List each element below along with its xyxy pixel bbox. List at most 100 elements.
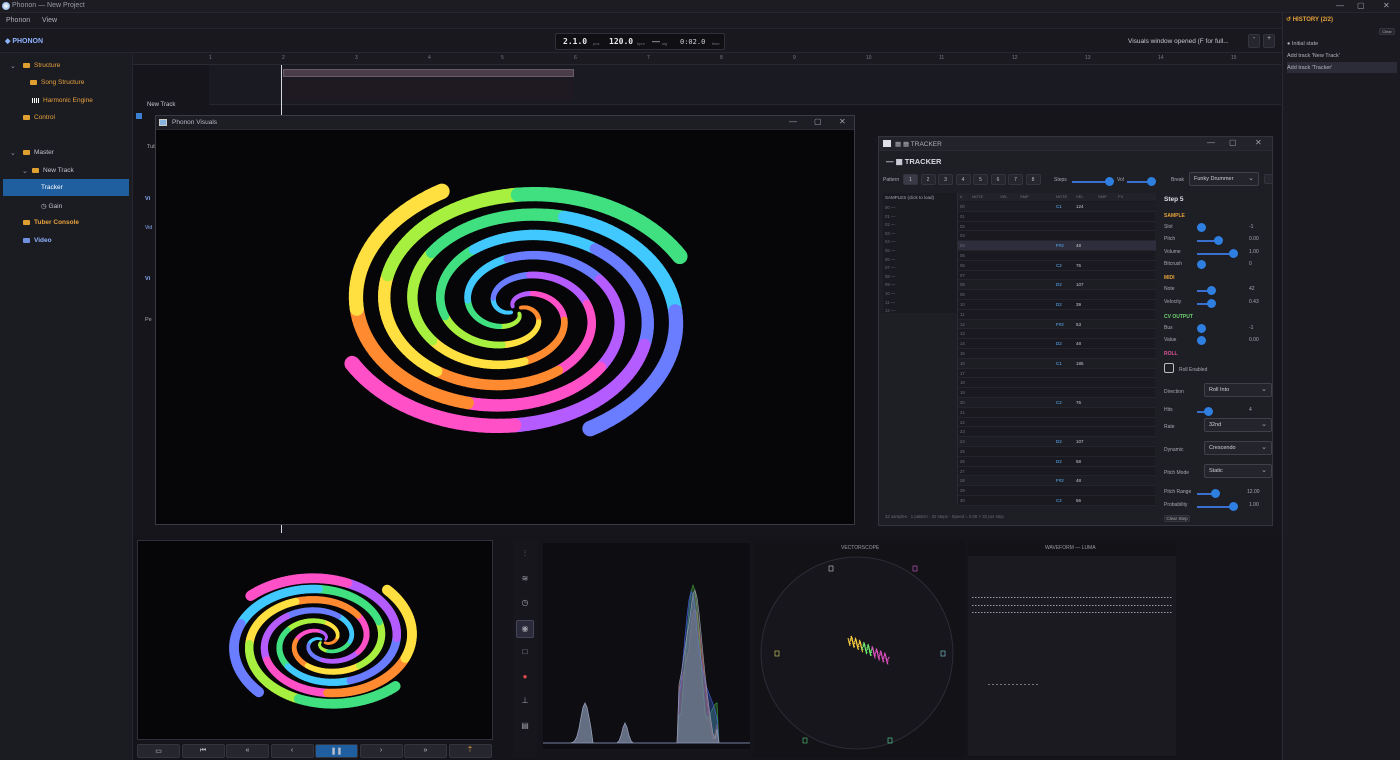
table-row[interactable]: 16 C1 185: [958, 358, 1156, 369]
pattern-button[interactable]: 6: [990, 174, 1006, 185]
sample-slot[interactable]: 06 —: [885, 257, 895, 262]
maximize-icon[interactable]: ▢: [1357, 1, 1365, 10]
table-row[interactable]: 01: [958, 212, 1156, 222]
tree-item-new-track[interactable]: New Track: [32, 167, 74, 174]
gauge-icon[interactable]: ◷: [516, 595, 534, 613]
velocity-knob[interactable]: [1207, 299, 1216, 308]
history-item[interactable]: Add track 'New Track': [1287, 50, 1397, 61]
table-row[interactable]: 09: [958, 290, 1156, 300]
chevron-down-icon[interactable]: ⌄: [10, 149, 16, 157]
history-item[interactable]: Add track 'Tracker': [1287, 62, 1397, 73]
frame-icon[interactable]: □: [516, 644, 534, 662]
bitcrush-knob[interactable]: [1197, 260, 1206, 269]
pattern-button[interactable]: 5: [973, 174, 988, 185]
table-row[interactable]: 08 D2 107: [958, 280, 1156, 291]
sample-slot[interactable]: 00 —: [885, 205, 895, 210]
rewind-icon[interactable]: «: [226, 744, 269, 758]
pattern-grid[interactable]: # NOTE VEL SMP NOTE VEL SMP FX 00 C1 124 01 02 03 04 F…: [957, 193, 1156, 506]
dynamic-select[interactable]: Crescendo ⌄: [1204, 441, 1272, 455]
value-knob[interactable]: [1197, 336, 1206, 345]
table-row[interactable]: 18: [958, 378, 1156, 389]
clear-step-button[interactable]: Clear Step: [1164, 515, 1190, 522]
timeline-ruler[interactable]: 1 2 3 4 5 6 7 8 9 10 11 12 13 14 15: [133, 53, 1281, 65]
pitchmode-select[interactable]: Static ⌄: [1204, 464, 1272, 478]
pattern-button[interactable]: 7: [1008, 174, 1023, 185]
steps-knob[interactable]: [1105, 177, 1114, 186]
close-icon[interactable]: ✕: [1383, 1, 1390, 10]
zoom-out-button[interactable]: -: [1248, 34, 1260, 48]
tree-item-video[interactable]: Video: [23, 237, 52, 244]
table-row[interactable]: 05: [958, 251, 1156, 261]
visuals-titlebar[interactable]: Phonon Visuals — ▢ ✕: [156, 116, 854, 130]
table-row[interactable]: 13: [958, 329, 1156, 340]
table-row[interactable]: 02: [958, 222, 1156, 232]
table-row[interactable]: 00 C1 124: [958, 202, 1156, 212]
menu-phonon[interactable]: Phonon: [6, 17, 30, 24]
steps-slider[interactable]: [1072, 181, 1108, 183]
menu-view[interactable]: View: [42, 17, 57, 24]
break-select[interactable]: Funky Drummer ⌄: [1189, 172, 1259, 186]
tree-item-control[interactable]: Control: [23, 114, 55, 121]
prev-frame-icon[interactable]: ‹: [270, 744, 314, 758]
table-row[interactable]: 29: [958, 486, 1156, 496]
bus-knob[interactable]: [1197, 324, 1206, 333]
sample-slot[interactable]: 09 —: [885, 282, 895, 287]
vectorscope-icon[interactable]: ◉: [516, 619, 534, 638]
sample-slot[interactable]: 01 —: [885, 214, 895, 219]
table-row[interactable]: 17: [958, 369, 1156, 379]
sample-slot[interactable]: 12 —: [885, 308, 895, 313]
pattern-button[interactable]: 2: [920, 174, 936, 185]
roll-checkbox[interactable]: [1164, 363, 1174, 373]
table-row[interactable]: 24 D2 107: [958, 437, 1156, 447]
table-row[interactable]: 26 D2 58: [958, 457, 1156, 467]
waveform-icon[interactable]: ⫶: [516, 546, 534, 564]
tempo-readout[interactable]: 120.0: [609, 37, 633, 46]
rate-select[interactable]: 32nd ⌄: [1204, 418, 1272, 432]
volume-knob[interactable]: [1229, 249, 1238, 258]
table-row[interactable]: 04 F#2 48: [958, 241, 1156, 251]
tree-item-tracker[interactable]: Tracker: [3, 179, 129, 196]
sample-slot[interactable]: 10 —: [885, 291, 895, 296]
sample-slot[interactable]: 03 —: [885, 231, 895, 236]
chevron-down-icon[interactable]: ⌄: [22, 167, 28, 175]
direction-select[interactable]: Roll Into ⌄: [1204, 383, 1272, 397]
pattern-button[interactable]: 8: [1025, 174, 1041, 185]
table-row[interactable]: 03: [958, 231, 1156, 242]
vol-knob[interactable]: [1147, 177, 1156, 186]
tree-item-structure[interactable]: Structure: [23, 62, 60, 69]
chevron-down-icon[interactable]: ⌄: [10, 62, 16, 70]
table-row[interactable]: 30 C2 56: [958, 496, 1156, 506]
level-icon[interactable]: ⊥: [516, 693, 534, 711]
close-icon[interactable]: ✕: [1255, 138, 1262, 147]
note-knob[interactable]: [1207, 286, 1216, 295]
sample-slot[interactable]: 08 —: [885, 274, 895, 279]
table-row[interactable]: 27: [958, 467, 1156, 477]
sample-slot[interactable]: 04 —: [885, 239, 895, 244]
next-frame-icon[interactable]: ›: [359, 744, 403, 758]
table-row[interactable]: 06 C2 76: [958, 261, 1156, 271]
sample-slot[interactable]: 02 —: [885, 222, 895, 227]
load-break-button[interactable]: [1264, 174, 1273, 184]
slot-knob[interactable]: [1197, 223, 1206, 232]
close-icon[interactable]: ✕: [839, 117, 846, 126]
pattern-button[interactable]: 1: [903, 174, 918, 185]
signal-icon[interactable]: ≋: [516, 571, 534, 589]
table-row[interactable]: 20 C2 76: [958, 398, 1156, 408]
table-row[interactable]: 19: [958, 388, 1156, 398]
tree-item-harmonic-engine[interactable]: Harmonic Engine: [32, 97, 93, 104]
pitch-knob[interactable]: [1214, 236, 1223, 245]
table-row[interactable]: 28 F#2 48: [958, 476, 1156, 487]
pattern-button[interactable]: 3: [938, 174, 953, 185]
skip-start-icon[interactable]: ⏮: [181, 744, 225, 758]
clip-region[interactable]: [283, 69, 574, 77]
hits-knob[interactable]: [1204, 407, 1213, 416]
table-row[interactable]: 15: [958, 349, 1156, 359]
table-row[interactable]: 14 D2 48: [958, 339, 1156, 349]
table-row[interactable]: 21: [958, 408, 1156, 418]
minimize-icon[interactable]: —: [789, 117, 797, 126]
table-row[interactable]: 12 F#2 53: [958, 319, 1156, 330]
sample-slot[interactable]: 11 —: [885, 300, 895, 305]
tree-item-song-structure[interactable]: Song Structure: [30, 79, 84, 86]
maximize-icon[interactable]: ▢: [1229, 138, 1237, 147]
pause-icon[interactable]: ❚❚: [315, 744, 358, 758]
